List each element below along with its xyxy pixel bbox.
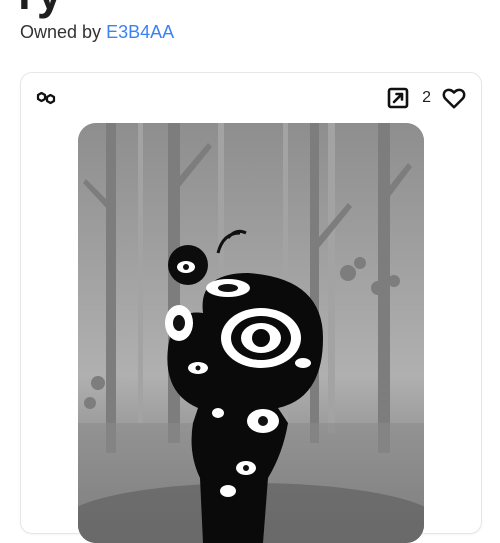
external-link-icon[interactable] (387, 87, 409, 109)
owned-by-label: Owned by (20, 22, 102, 42)
likes-count: 2 (422, 89, 431, 106)
nft-card: 2 (20, 72, 482, 543)
owned-by-line: Owned by E3B4AA (20, 22, 174, 43)
card-actions: 2 (387, 85, 467, 111)
nft-artwork-image[interactable] (78, 123, 424, 543)
heart-icon[interactable] (441, 85, 467, 111)
page-title: ry (18, 0, 63, 20)
polygon-chain-icon (35, 87, 57, 109)
owner-link[interactable]: E3B4AA (106, 22, 174, 42)
